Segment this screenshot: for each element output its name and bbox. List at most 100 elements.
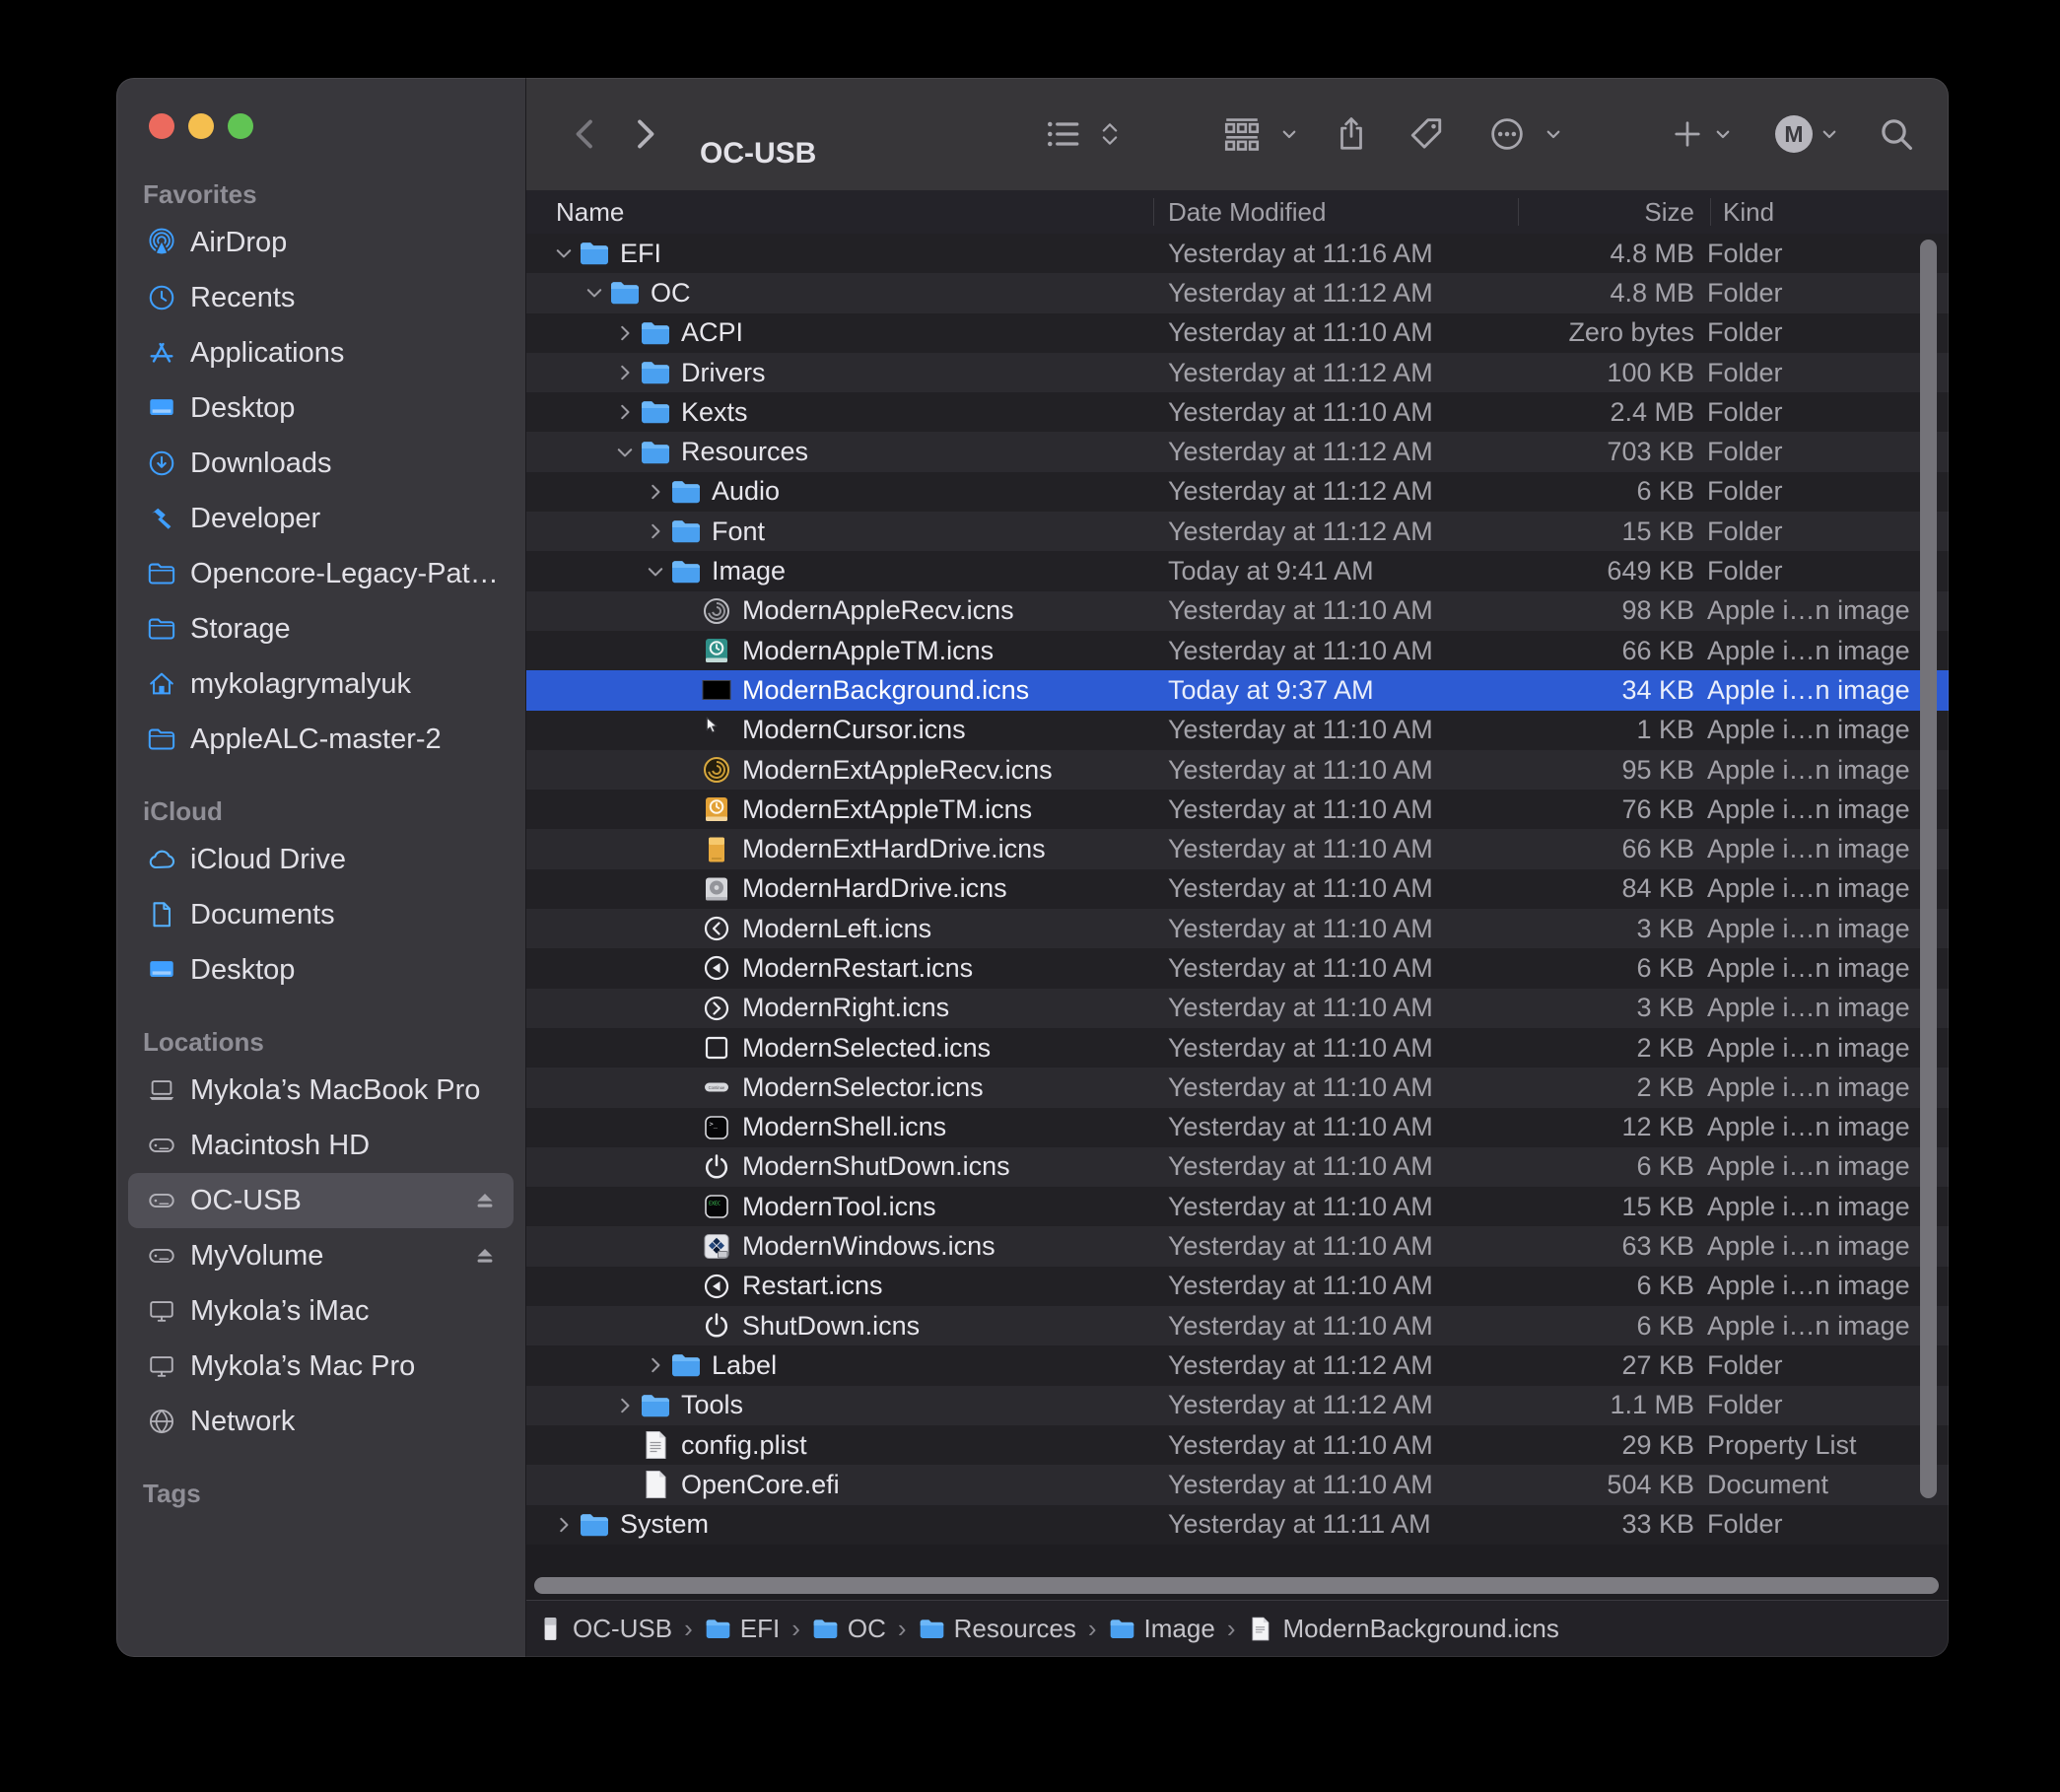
- group-chevron-icon[interactable]: [1277, 78, 1301, 190]
- sidebar-item-network[interactable]: Network: [128, 1394, 514, 1449]
- table-row[interactable]: ModernExtAppleTM.icnsYesterday at 11:10 …: [526, 790, 1949, 829]
- table-row[interactable]: ModernSelected.icnsYesterday at 11:10 AM…: [526, 1028, 1949, 1068]
- path-segment[interactable]: Resources: [919, 1614, 1076, 1644]
- vertical-scrollbar[interactable]: [1920, 240, 1937, 1498]
- forward-button[interactable]: [625, 78, 664, 190]
- sidebar-item-storage[interactable]: Storage: [128, 601, 514, 656]
- disclosure-closed-icon[interactable]: [614, 362, 636, 383]
- table-row[interactable]: ACPIYesterday at 11:10 AMZero bytesFolde…: [526, 313, 1949, 353]
- list-view-icon[interactable]: [1044, 78, 1083, 190]
- table-row[interactable]: ContinueModernSelector.icnsYesterday at …: [526, 1068, 1949, 1107]
- path-segment[interactable]: OC: [812, 1614, 886, 1644]
- sort-updown-icon[interactable]: [1096, 78, 1124, 190]
- eject-icon[interactable]: [471, 1242, 499, 1270]
- table-row[interactable]: KextsYesterday at 11:10 AM2.4 MBFolder: [526, 392, 1949, 432]
- table-row[interactable]: AudioYesterday at 11:12 AM6 KBFolder: [526, 472, 1949, 512]
- disclosure-closed-icon[interactable]: [645, 520, 666, 542]
- column-divider[interactable]: [1518, 198, 1519, 226]
- sidebar-item-icloud-drive[interactable]: iCloud Drive: [128, 832, 514, 887]
- path-segment[interactable]: Image: [1109, 1614, 1215, 1644]
- table-row[interactable]: ModernShutDown.icnsYesterday at 11:10 AM…: [526, 1147, 1949, 1187]
- tag-icon[interactable]: [1407, 78, 1446, 190]
- more-chevron-icon[interactable]: [1542, 78, 1565, 190]
- sidebar-item-opencore-legacy-pat-[interactable]: Opencore-Legacy-Pat…: [128, 546, 514, 601]
- table-row[interactable]: DriversYesterday at 11:12 AM100 KBFolder: [526, 353, 1949, 392]
- sidebar-item-myvolume[interactable]: MyVolume: [128, 1228, 514, 1283]
- column-size[interactable]: Size: [1518, 190, 1694, 234]
- table-row[interactable]: ModernWindows.icnsYesterday at 11:10 AM6…: [526, 1226, 1949, 1266]
- more-actions-icon[interactable]: [1487, 78, 1527, 190]
- column-divider[interactable]: [1710, 198, 1711, 226]
- add-icon[interactable]: [1670, 78, 1705, 190]
- disclosure-closed-icon[interactable]: [614, 401, 636, 423]
- share-icon[interactable]: [1333, 78, 1370, 190]
- sidebar-item-mykola-s-macbook-pro[interactable]: Mykola’s MacBook Pro: [128, 1063, 514, 1118]
- sidebar-item-oc-usb[interactable]: OC-USB: [128, 1173, 514, 1228]
- table-row[interactable]: ToolsYesterday at 11:12 AM1.1 MBFolder: [526, 1386, 1949, 1425]
- disclosure-closed-icon[interactable]: [645, 481, 666, 503]
- sidebar-item-desktop[interactable]: Desktop: [128, 380, 514, 436]
- table-row[interactable]: ModernBackground.icnsToday at 9:37 AM34 …: [526, 670, 1949, 710]
- sidebar-item-mykola-s-imac[interactable]: Mykola’s iMac: [128, 1283, 514, 1339]
- zoom-button[interactable]: [228, 113, 253, 139]
- table-row[interactable]: ImageToday at 9:41 AM649 KBFolder: [526, 551, 1949, 590]
- table-row[interactable]: ModernCursor.icnsYesterday at 11:10 AM1 …: [526, 711, 1949, 750]
- sidebar-item-recents[interactable]: Recents: [128, 270, 514, 325]
- sidebar-item-applealc-master-2[interactable]: AppleALC-master-2: [128, 712, 514, 767]
- table-row[interactable]: config.plistYesterday at 11:10 AM29 KBPr…: [526, 1425, 1949, 1465]
- sidebar-item-desktop[interactable]: Desktop: [128, 942, 514, 998]
- minimize-button[interactable]: [188, 113, 214, 139]
- table-row[interactable]: EFIYesterday at 11:16 AM4.8 MBFolder: [526, 234, 1949, 273]
- eject-icon[interactable]: [471, 1187, 499, 1214]
- table-row[interactable]: ModernLeft.icnsYesterday at 11:10 AM3 KB…: [526, 909, 1949, 948]
- table-row[interactable]: SystemYesterday at 11:11 AM33 KBFolder: [526, 1505, 1949, 1545]
- disclosure-open-icon[interactable]: [584, 282, 605, 304]
- disclosure-closed-icon[interactable]: [553, 1514, 575, 1536]
- sidebar-item-macintosh-hd[interactable]: Macintosh HD: [128, 1118, 514, 1173]
- disclosure-closed-icon[interactable]: [614, 322, 636, 344]
- table-row[interactable]: Restart.icnsYesterday at 11:10 AM6 KBApp…: [526, 1267, 1949, 1306]
- table-row[interactable]: ModernRight.icnsYesterday at 11:10 AM3 K…: [526, 989, 1949, 1028]
- search-icon[interactable]: [1877, 78, 1916, 190]
- table-row[interactable]: FontYesterday at 11:12 AM15 KBFolder: [526, 512, 1949, 551]
- sidebar-item-documents[interactable]: Documents: [128, 887, 514, 942]
- column-name[interactable]: Name: [556, 190, 624, 234]
- group-view-icon[interactable]: [1221, 78, 1263, 190]
- sidebar-item-mykola-s-mac-pro[interactable]: Mykola’s Mac Pro: [128, 1339, 514, 1394]
- account-avatar[interactable]: M: [1775, 78, 1813, 190]
- disclosure-closed-icon[interactable]: [645, 1354, 666, 1376]
- table-row[interactable]: EXECModernTool.icnsYesterday at 11:10 AM…: [526, 1187, 1949, 1226]
- column-kind[interactable]: Kind: [1723, 190, 1774, 234]
- disclosure-closed-icon[interactable]: [614, 1395, 636, 1416]
- disclosure-open-icon[interactable]: [614, 442, 636, 463]
- path-segment[interactable]: ModernBackground.icns: [1247, 1614, 1558, 1644]
- table-row[interactable]: OCYesterday at 11:12 AM4.8 MBFolder: [526, 273, 1949, 312]
- table-row[interactable]: ModernHardDrive.icnsYesterday at 11:10 A…: [526, 869, 1949, 909]
- close-button[interactable]: [149, 113, 174, 139]
- column-divider[interactable]: [1153, 198, 1154, 226]
- table-row[interactable]: ModernExtHardDrive.icnsYesterday at 11:1…: [526, 829, 1949, 868]
- back-button[interactable]: [566, 78, 605, 190]
- table-row[interactable]: ModernExtAppleRecv.icnsYesterday at 11:1…: [526, 750, 1949, 790]
- add-chevron-icon[interactable]: [1711, 78, 1735, 190]
- avatar-chevron-icon[interactable]: [1818, 78, 1841, 190]
- table-row[interactable]: ShutDown.icnsYesterday at 11:10 AM6 KBAp…: [526, 1306, 1949, 1345]
- sidebar-item-applications[interactable]: Applications: [128, 325, 514, 380]
- disclosure-open-icon[interactable]: [645, 561, 666, 583]
- table-row[interactable]: ModernAppleRecv.icnsYesterday at 11:10 A…: [526, 591, 1949, 631]
- sidebar-item-developer[interactable]: Developer: [128, 491, 514, 546]
- horizontal-scrollbar[interactable]: [534, 1577, 1939, 1594]
- sidebar-item-downloads[interactable]: Downloads: [128, 436, 514, 491]
- table-row[interactable]: ModernRestart.icnsYesterday at 11:10 AM6…: [526, 948, 1949, 988]
- disclosure-open-icon[interactable]: [553, 242, 575, 264]
- table-row[interactable]: >_ModernShell.icnsYesterday at 11:10 AM1…: [526, 1108, 1949, 1147]
- table-row[interactable]: OpenCore.efiYesterday at 11:10 AM504 KBD…: [526, 1465, 1949, 1504]
- path-segment[interactable]: EFI: [705, 1614, 780, 1644]
- table-row[interactable]: ModernAppleTM.icnsYesterday at 11:10 AM6…: [526, 631, 1949, 670]
- table-row[interactable]: ResourcesYesterday at 11:12 AM703 KBFold…: [526, 432, 1949, 471]
- column-date-modified[interactable]: Date Modified: [1168, 190, 1326, 234]
- table-row[interactable]: LabelYesterday at 11:12 AM27 KBFolder: [526, 1345, 1949, 1385]
- path-segment[interactable]: OC-USB: [537, 1614, 672, 1644]
- sidebar-item-mykolagrymalyuk[interactable]: mykolagrymalyuk: [128, 656, 514, 712]
- sidebar-item-airdrop[interactable]: AirDrop: [128, 215, 514, 270]
